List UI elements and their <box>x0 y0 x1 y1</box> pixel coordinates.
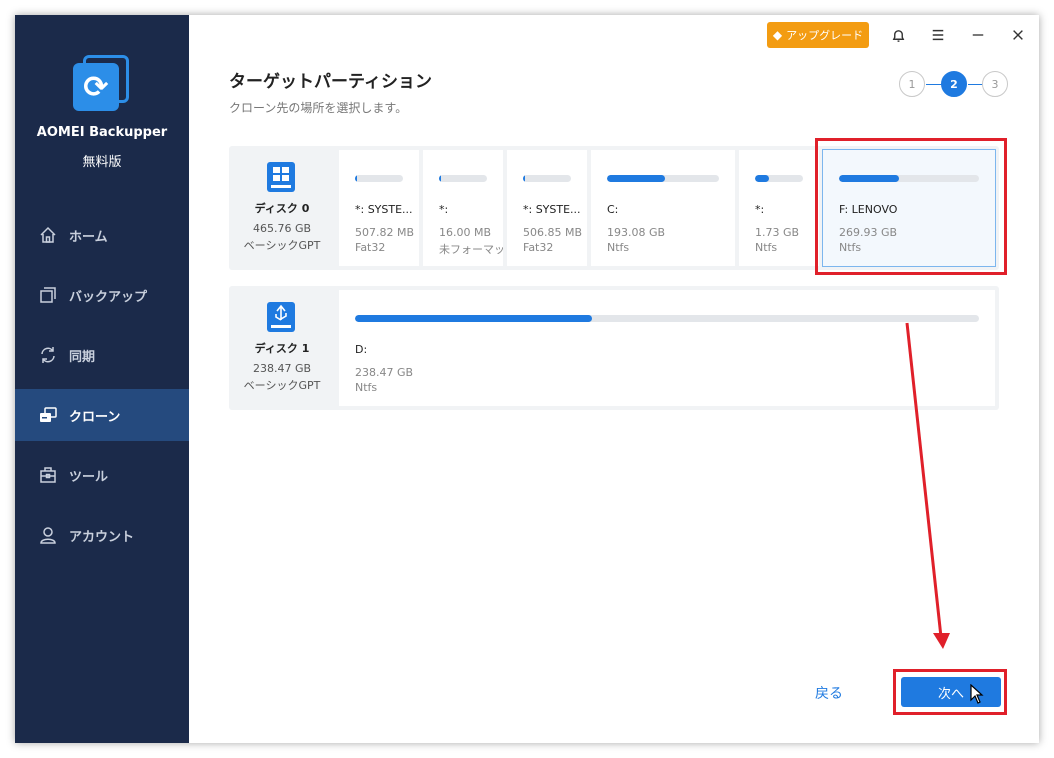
sidebar-item-home[interactable]: ホーム <box>15 209 189 261</box>
partition-filesystem: Ntfs <box>607 241 630 254</box>
disk-info: ディスク 1 238.47 GB ベーシックGPT <box>229 286 339 410</box>
menu-icon[interactable] <box>925 23 951 47</box>
disk-info: ディスク 0 465.76 GB ベーシックGPT <box>229 146 339 270</box>
partition-filesystem: Ntfs <box>355 381 378 394</box>
sidebar-item-label: ホーム <box>69 229 108 245</box>
partition-size: 193.08 GB <box>607 226 666 239</box>
bell-icon[interactable] <box>885 23 911 47</box>
step-indicator: 1 2 3 <box>899 71 1011 99</box>
back-button[interactable]: 戻る <box>815 683 843 703</box>
tools-icon <box>40 467 56 483</box>
page-subtitle: クローン先の場所を選択します。 <box>229 101 408 115</box>
partition-size: 506.85 MB <box>523 226 583 239</box>
sidebar: ⟳ AOMEI Backupper 無料版 ホーム バックアップ 同期 クローン… <box>15 15 189 743</box>
page-title: ターゲットパーティション <box>229 72 432 92</box>
partition-filesystem: Fat32 <box>523 241 554 254</box>
sidebar-item-label: 同期 <box>69 349 96 365</box>
sidebar-item-label: ツール <box>69 469 109 485</box>
disk-type: ベーシックGPT <box>243 239 321 252</box>
sidebar-item-tools[interactable]: ツール <box>15 449 189 501</box>
app-window: ⟳ AOMEI Backupper 無料版 ホーム バックアップ 同期 クローン… <box>15 15 1039 743</box>
sidebar-item-sync[interactable]: 同期 <box>15 329 189 381</box>
partition-filesystem: Ntfs <box>755 241 778 254</box>
partition-size: 1.73 GB <box>755 226 800 239</box>
account-icon <box>40 527 56 544</box>
partition-card[interactable]: C: 193.08 GB Ntfs <box>591 150 735 266</box>
sidebar-item-backup[interactable]: バックアップ <box>15 269 189 321</box>
app-edition: 無料版 <box>82 155 122 170</box>
partition-size: 238.47 GB <box>355 366 414 379</box>
main-panel: ◆ アップグレード ターゲットパーティション クローン先の場所を選択します。 1… <box>189 15 1039 743</box>
partition-name: *: <box>755 203 765 216</box>
step-3: 3 <box>982 71 1008 97</box>
upgrade-button[interactable]: ◆ アップグレード <box>767 22 869 48</box>
clone-icon <box>40 407 57 422</box>
disk-name: ディスク 0 <box>254 202 310 215</box>
annotation-highlight-next <box>893 669 1007 715</box>
diamond-icon: ◆ <box>772 28 783 42</box>
backup-icon <box>40 287 56 303</box>
sidebar-item-label: クローン <box>69 409 121 425</box>
sync-icon <box>41 347 55 363</box>
minimize-icon[interactable] <box>965 23 991 47</box>
sidebar-item-label: バックアップ <box>69 289 148 305</box>
partition-size: 507.82 MB <box>355 226 415 239</box>
step-2: 2 <box>941 71 967 97</box>
disk-name: ディスク 1 <box>254 342 310 355</box>
app-name: AOMEI Backupper <box>36 125 168 140</box>
partition-size: 16.00 MB <box>439 226 492 239</box>
windows-disk-icon <box>267 162 295 192</box>
disk-row-1: ディスク 1 238.47 GB ベーシックGPT D: 238.47 GB N… <box>229 286 999 410</box>
annotation-highlight-partition <box>815 138 1007 275</box>
partition-filesystem: Fat32 <box>355 241 386 254</box>
partition-card[interactable]: *: 16.00 MB 未フォーマット <box>423 150 503 266</box>
disk-size: 238.47 GB <box>252 362 312 375</box>
partition-name: *: <box>439 203 449 216</box>
disk-type: ベーシックGPT <box>243 379 321 392</box>
partition-card[interactable]: *: 1.73 GB Ntfs <box>739 150 819 266</box>
partition-card[interactable]: D: 238.47 GB Ntfs <box>339 290 995 406</box>
partition-name: D: <box>355 343 368 356</box>
partition-card[interactable]: *: SYSTE... 507.82 MB Fat32 <box>339 150 419 266</box>
sidebar-item-label: アカウント <box>69 529 135 545</box>
sidebar-item-account[interactable]: アカウント <box>15 509 189 561</box>
close-icon[interactable] <box>1005 23 1031 47</box>
partition-filesystem: 未フォーマット <box>439 243 503 256</box>
sidebar-item-clone[interactable]: クローン <box>15 389 189 441</box>
app-logo-icon: ⟳ <box>73 55 131 113</box>
partition-name: *: SYSTE... <box>355 203 413 216</box>
usb-disk-icon <box>267 302 295 332</box>
disk-size: 465.76 GB <box>252 222 312 235</box>
partition-card[interactable]: *: SYSTE... 506.85 MB Fat32 <box>507 150 587 266</box>
partition-name: C: <box>607 203 619 216</box>
step-1: 1 <box>899 71 925 97</box>
partition-name: *: SYSTE... <box>523 203 581 216</box>
home-icon <box>40 226 56 243</box>
